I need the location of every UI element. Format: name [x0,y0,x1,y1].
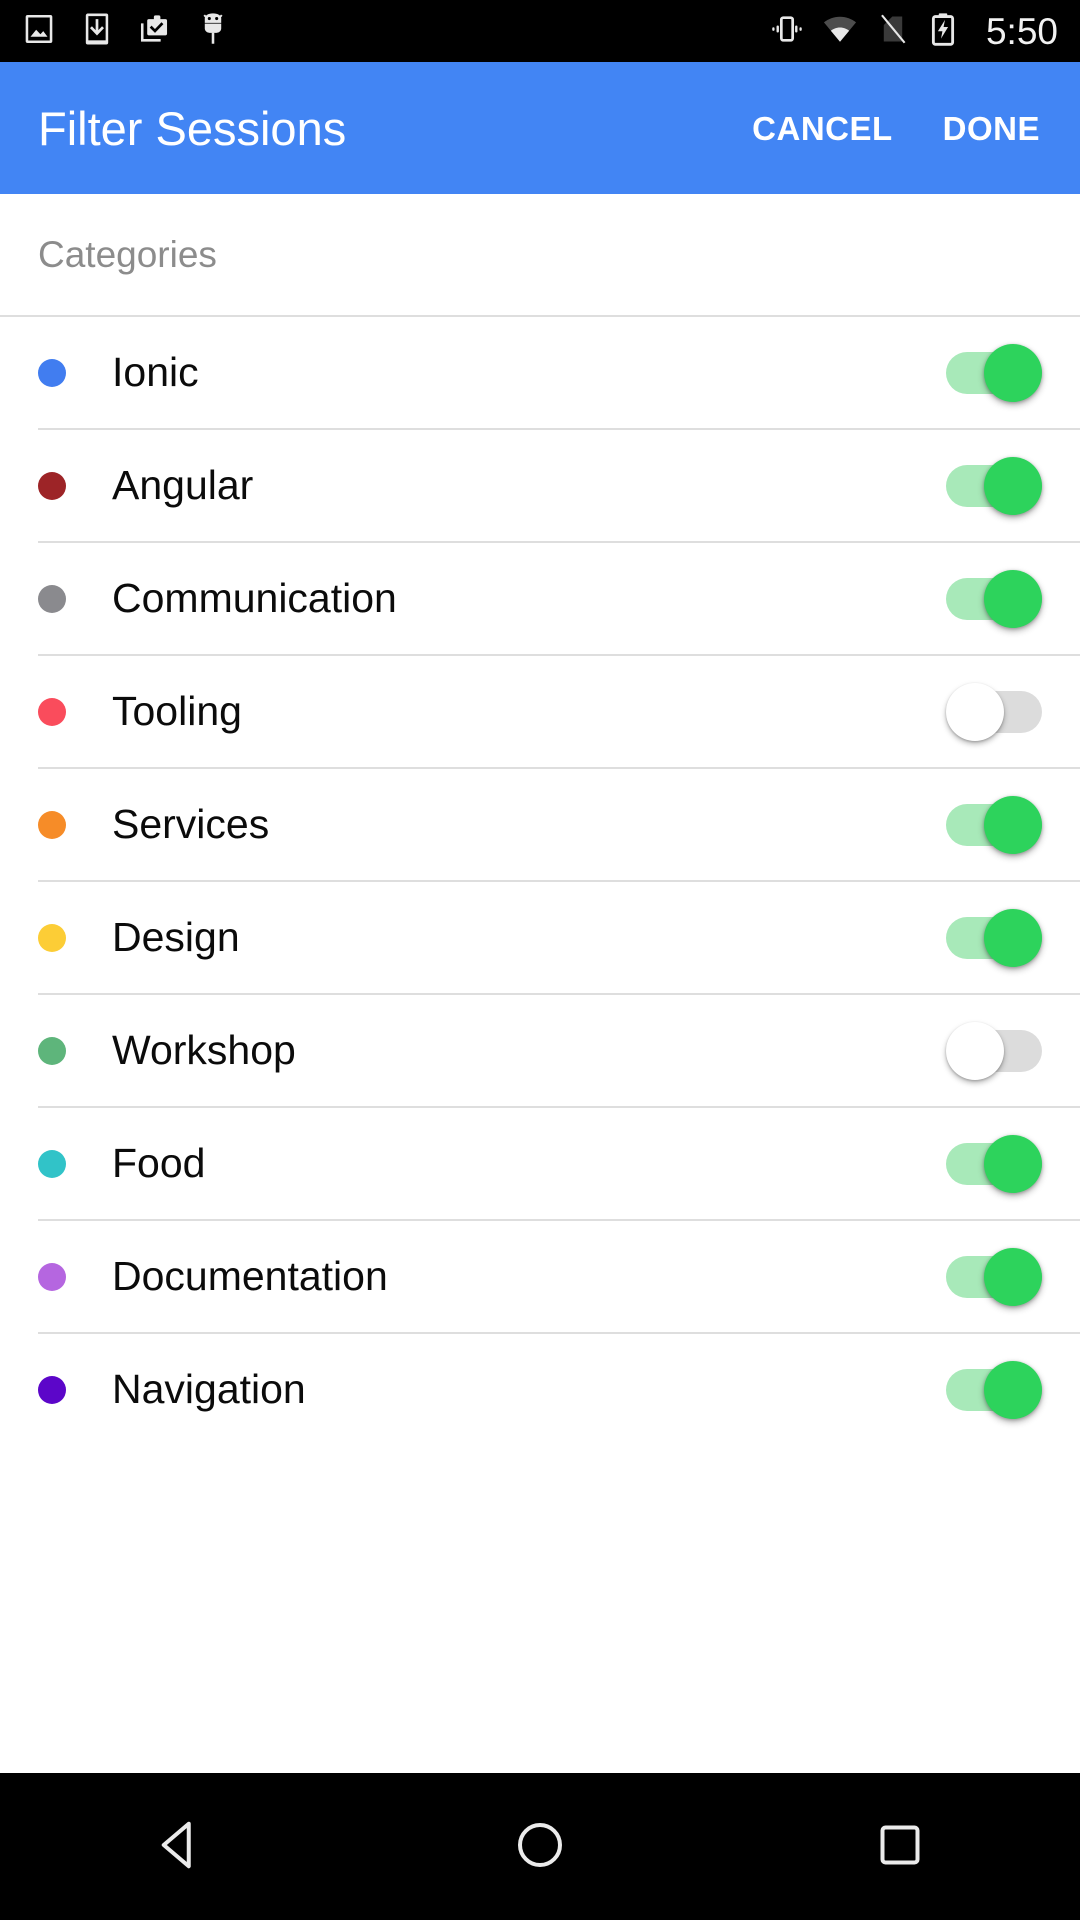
home-circle-icon [510,1815,570,1878]
status-bar-left-icons [22,12,230,51]
category-color-dot [38,1375,66,1404]
category-label: Ionic [112,349,199,395]
category-label: Services [112,801,270,847]
category-row[interactable]: Workshop [0,995,1080,1106]
category-row[interactable]: Tooling [0,656,1080,767]
recents-button[interactable] [810,1772,990,1920]
filter-list-scroll-area[interactable]: Categories Ionic Angular Communication Tool… [0,194,1080,1770]
category-toggle[interactable] [946,795,1042,854]
status-bar: 5:50 [0,0,1080,62]
toggle-thumb [984,343,1042,402]
toggle-thumb [984,456,1042,515]
categories-section-header: Categories [0,194,1080,315]
home-button[interactable] [450,1772,630,1920]
clipboard-check-icon [138,12,172,51]
category-label: Tooling [112,688,242,734]
vibrate-icon [770,12,804,51]
category-label: Angular [112,462,254,508]
category-toggle[interactable] [946,1247,1042,1306]
category-label: Communication [112,575,397,621]
category-row[interactable]: Communication [0,543,1080,654]
toggle-thumb [984,795,1042,854]
category-toggle[interactable] [946,569,1042,628]
category-label: Food [112,1140,206,1186]
phone-screen: 5:50 Filter Sessions CANCEL DONE Categor… [0,0,1080,1920]
toggle-thumb [984,1134,1042,1193]
category-list: Ionic Angular Communication Tooling Services… [0,317,1080,1445]
category-toggle[interactable] [946,1134,1042,1193]
back-button[interactable] [90,1772,270,1920]
category-row[interactable]: Ionic [0,317,1080,428]
section-header-label: Categories [38,234,217,275]
android-navigation-bar [0,1770,1080,1920]
status-bar-clock: 5:50 [985,10,1058,52]
toggle-thumb [946,1021,1004,1080]
toggle-thumb [946,682,1004,741]
toggle-thumb [984,908,1042,967]
category-row[interactable]: Food [0,1108,1080,1219]
category-color-dot [38,810,66,839]
category-color-dot [38,697,66,726]
category-label: Documentation [112,1253,388,1299]
app-toolbar: Filter Sessions CANCEL DONE [0,62,1080,194]
category-row[interactable]: Services [0,769,1080,880]
category-color-dot [38,1036,66,1065]
category-label: Workshop [112,1027,296,1073]
recents-square-icon [870,1815,930,1878]
no-sim-icon [876,12,910,51]
category-label: Design [112,914,240,960]
category-color-dot [38,1149,66,1178]
category-color-dot [38,358,66,387]
image-icon [22,12,56,51]
battery-charging-icon [928,12,958,51]
toggle-thumb [984,1247,1042,1306]
category-toggle[interactable] [946,908,1042,967]
toggle-thumb [984,1360,1042,1419]
category-toggle[interactable] [946,456,1042,515]
category-toggle[interactable] [946,1021,1042,1080]
toggle-thumb [984,569,1042,628]
category-color-dot [38,471,66,500]
category-toggle[interactable] [946,343,1042,402]
category-row[interactable]: Documentation [0,1221,1080,1332]
category-row[interactable]: Design [0,882,1080,993]
category-color-dot [38,923,66,952]
download-icon [80,12,114,51]
category-color-dot [38,1262,66,1291]
status-bar-right-icons: 5:50 [770,11,1058,52]
category-color-dot [38,584,66,613]
category-row[interactable]: Navigation [0,1334,1080,1445]
back-triangle-icon [150,1815,210,1878]
done-button[interactable]: DONE [941,104,1042,153]
wifi-icon [822,11,858,52]
category-toggle[interactable] [946,682,1042,741]
category-toggle[interactable] [946,1360,1042,1419]
android-debug-icon [196,12,230,51]
cancel-button[interactable]: CANCEL [750,104,895,153]
page-title: Filter Sessions [38,101,347,155]
toolbar-actions: CANCEL DONE [750,104,1042,153]
category-row[interactable]: Angular [0,430,1080,541]
category-label: Navigation [112,1366,306,1412]
